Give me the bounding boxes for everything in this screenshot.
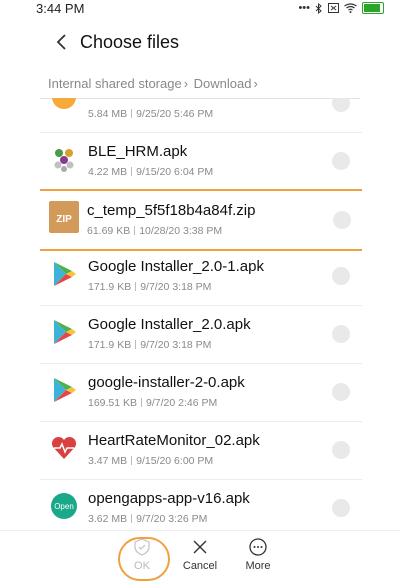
file-meta: 169.51 KB 9/7/20 2:46 PM [88,397,218,409]
file-row-heart-rate[interactable]: HeartRateMonitor_02.apk 3.47 MB 9/15/20 6… [40,421,362,480]
file-meta: 171.9 KB 9/7/20 3:18 PM [88,339,212,351]
file-meta: 5.84 MB 9/25/20 5:46 PM [88,108,214,120]
file-name: HeartRateMonitor_02.apk [88,432,260,449]
play-store-icon [54,320,76,344]
apk-molecule-icon [54,149,74,172]
status-time: 3:44 PM [36,1,85,16]
heart-rate-icon [51,436,77,459]
chevron-right-icon: › [253,76,258,91]
file-name: c_temp_5f5f18b4a84f.zip [87,202,256,219]
file-name: opengapps-app-v16.apk [88,490,250,507]
status-bar: 3:44 PM ••• [0,0,400,20]
file-meta: 171.9 KB 9/7/20 3:18 PM [88,281,212,293]
file-row-google-installer-2[interactable]: Google Installer_2.0.apk 171.9 KB 9/7/20 … [40,305,362,364]
more-dots-icon: ••• [298,2,310,14]
svg-text:Open: Open [54,502,74,511]
bottom-action-bar: OK Cancel More [0,530,400,587]
select-radio[interactable] [332,267,350,285]
breadcrumb-item-storage[interactable]: Internal shared storage [48,76,182,91]
breadcrumb-item-download[interactable]: Download [194,76,252,91]
select-radio[interactable] [332,499,350,517]
play-store-icon [54,262,76,286]
select-radio[interactable] [332,152,350,170]
file-row-partial[interactable]: 5.84 MB 9/25/20 5:46 PM [40,98,362,133]
file-name: Google Installer_2.0-1.apk [88,258,264,275]
file-row-ble-hrm[interactable]: BLE_HRM.apk 4.22 MB 9/15/20 6:04 PM [40,132,362,191]
cancel-label: Cancel [182,560,218,572]
file-row-google-installer-1[interactable]: Google Installer_2.0-1.apk 171.9 KB 9/7/2… [40,247,362,306]
back-arrow-icon[interactable] [50,30,74,54]
select-radio[interactable] [332,98,350,112]
page-title: Choose files [80,32,180,52]
file-name: Google Installer_2.0.apk [88,316,251,333]
close-icon [193,540,207,554]
mute-icon [328,3,339,13]
status-icons: ••• [298,2,384,14]
play-store-icon [54,378,76,402]
select-radio[interactable] [332,441,350,459]
select-radio[interactable] [332,325,350,343]
battery-icon [362,2,384,14]
file-meta: 3.62 MB 9/7/20 3:26 PM [88,513,208,525]
file-meta: 3.47 MB 9/15/20 6:00 PM [88,455,214,467]
partial-file-icon [52,98,76,109]
opengapps-icon: Open [51,493,77,519]
chevron-right-icon: › [183,76,189,91]
file-row-opengapps[interactable]: Open opengapps-app-v16.apk 3.62 MB 9/7/20… [40,479,362,530]
file-name: BLE_HRM.apk [88,143,188,160]
select-radio[interactable] [333,211,351,229]
select-radio[interactable] [332,383,350,401]
bluetooth-icon [315,2,322,14]
file-list[interactable]: 5.84 MB 9/25/20 5:46 PM BLE_HRM.apk 4.22 … [40,98,362,530]
zip-icon: ZIP [49,201,79,233]
file-meta: 4.22 MB 9/15/20 6:04 PM [88,166,214,178]
more-label: More [245,560,271,572]
cancel-button[interactable]: Cancel [175,537,225,572]
file-row-zip-selected[interactable]: ZIP c_temp_5f5f18b4a84f.zip 61.69 KB 10/2… [40,189,362,251]
breadcrumb: Internal shared storage › Download › [48,76,260,91]
file-row-google-installer-3[interactable]: google-installer-2-0.apk 169.51 KB 9/7/20… [40,363,362,422]
ok-highlight-ring [118,537,170,581]
more-button[interactable]: More [233,537,283,572]
file-name: google-installer-2-0.apk [88,374,245,391]
file-meta: 61.69 KB 10/28/20 3:38 PM [87,225,223,237]
header: Choose files [0,22,400,66]
svg-text:ZIP: ZIP [56,214,72,225]
wifi-icon [344,3,357,13]
more-circle-icon [249,538,267,556]
